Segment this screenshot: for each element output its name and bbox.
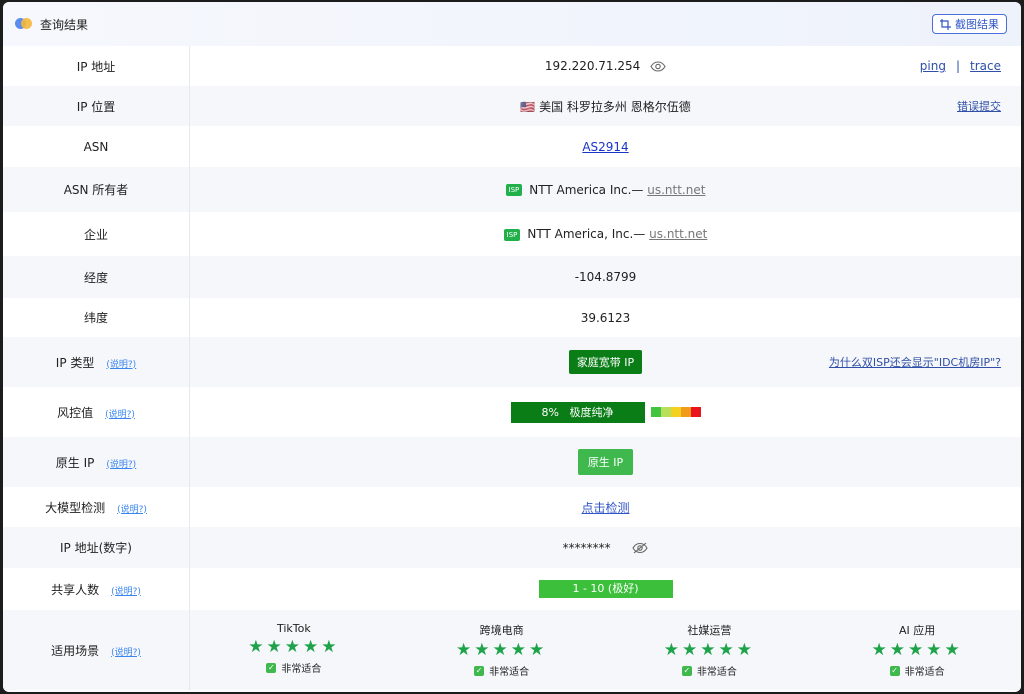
scenario-item: 社媒运营 ★★★★★ ✓ 非常适合 (619, 622, 799, 678)
check-icon: ✓ (681, 665, 692, 676)
help-link[interactable]: (说明?) (106, 460, 136, 470)
label-latitude: 纬度 (3, 298, 190, 337)
eye-off-icon[interactable] (632, 542, 649, 554)
check-icon: ✓ (889, 665, 900, 676)
scenario-list: TikTok ★★★★★ ✓ 非常适合 跨境电商 ★★★★★ ✓ 非常适合 社媒运营… (190, 622, 1021, 678)
star-rating: ★★★★★ (871, 640, 963, 660)
asn-link[interactable]: AS2914 (582, 140, 628, 154)
risk-scale-segment (680, 407, 691, 417)
row-risk-score: 风控值 (说明?) 8% 极度纯净 (3, 387, 1021, 437)
company-domain-link[interactable]: us.ntt.net (649, 227, 707, 241)
label-longitude: 经度 (3, 256, 190, 298)
label-ip-type: IP 类型 (55, 355, 95, 370)
row-ip-location: IP 位置 🇺🇸 美国 科罗拉多州 恩格尔伍德 错误提交 (3, 86, 1021, 126)
star-rating: ★★★★★ (248, 637, 340, 657)
app-logo-icon (15, 18, 32, 30)
row-ip-type: IP 类型 (说明?) 家庭宽带 IP 为什么双ISP还会显示"IDC机房IP"? (3, 337, 1021, 387)
asn-owner-domain-link[interactable]: us.ntt.net (647, 183, 705, 197)
ping-link[interactable]: ping (920, 59, 946, 73)
latitude-value: 39.6123 (580, 310, 631, 325)
row-scenarios: 适用场景 (说明?) TikTok ★★★★★ ✓ 非常适合 跨境电商 ★★★★★ … (3, 610, 1021, 690)
help-link[interactable]: (说明?) (106, 360, 136, 370)
label-company: 企业 (3, 212, 190, 256)
company-name: NTT America, Inc.— (527, 227, 646, 241)
risk-score-bar: 8% 极度纯净 (510, 401, 645, 423)
trace-link[interactable]: trace (970, 59, 1001, 73)
help-link[interactable]: (说明?) (105, 410, 135, 420)
label-ip-numeric: IP 地址(数字) (3, 527, 190, 568)
check-icon: ✓ (266, 662, 277, 673)
panel-header: 查询结果 截图结果 (3, 2, 1021, 46)
panel-title: 查询结果 (40, 17, 89, 32)
row-asn-owner: ASN 所有者 ISP NTT America Inc.— us.ntt.net (3, 167, 1021, 212)
ip-type-badge: 家庭宽带 IP (568, 350, 643, 374)
row-native-ip: 原生 IP (说明?) 原生 IP (3, 437, 1021, 487)
scenario-name: AI 应用 (898, 624, 936, 637)
scenario-name: TikTok (276, 622, 311, 635)
row-llm-detection: 大模型检测 (说明?) 点击检测 (3, 487, 1021, 527)
scenario-verdict: 非常适合 (696, 667, 737, 678)
screenshot-icon (940, 18, 951, 30)
eye-icon[interactable] (650, 61, 666, 72)
star-rating: ★★★★★ (663, 640, 755, 660)
result-table: IP 地址 192.220.71.254 ping | trace IP 位置 🇺🇸… (3, 46, 1021, 690)
why-idc-link[interactable]: 为什么双ISP还会显示"IDC机房IP"? (829, 354, 1001, 370)
asn-owner-name: NTT America Inc.— (529, 182, 644, 197)
row-ip-numeric: IP 地址(数字) ******** (3, 527, 1021, 568)
row-shared-users: 共享人数 (说明?) 1 - 10 (极好) (3, 568, 1021, 610)
ip-address-value: 192.220.71.254 (544, 59, 641, 73)
star-rating: ★★★★★ (456, 640, 548, 660)
label-risk-score: 风控值 (57, 405, 94, 420)
scenario-verdict: 非常适合 (904, 667, 945, 678)
risk-scale-segment (650, 407, 661, 417)
label-asn: ASN (3, 126, 190, 167)
scenario-item: AI 应用 ★★★★★ ✓ 非常适合 (827, 622, 1007, 678)
row-asn: ASN AS2914 (3, 126, 1021, 167)
row-ip-address: IP 地址 192.220.71.254 ping | trace (3, 46, 1021, 86)
scenario-verdict: 非常适合 (281, 664, 322, 675)
help-link[interactable]: (说明?) (117, 505, 147, 515)
label-asn-owner: ASN 所有者 (3, 167, 190, 212)
link-separator: | (955, 59, 961, 73)
row-longitude: 经度 -104.8799 (3, 256, 1021, 298)
help-link[interactable]: (说明?) (111, 587, 141, 597)
scenario-verdict: 非常适合 (489, 667, 530, 678)
scenario-name: 跨境电商 (479, 624, 524, 637)
ip-numeric-value: ******** (562, 540, 611, 555)
label-shared-users: 共享人数 (51, 582, 100, 597)
row-company: 企业 ISP NTT America, Inc.— us.ntt.net (3, 212, 1021, 256)
report-error-link[interactable]: 错误提交 (957, 98, 1001, 114)
label-llm-detection: 大模型检测 (45, 500, 106, 515)
isp-badge: ISP (503, 228, 521, 241)
ip-location-value: 美国 科罗拉多州 恩格尔伍德 (539, 99, 691, 114)
risk-scale (650, 407, 701, 417)
help-link[interactable]: (说明?) (111, 648, 141, 658)
scenario-item: TikTok ★★★★★ ✓ 非常适合 (204, 622, 384, 678)
check-icon: ✓ (474, 665, 485, 676)
risk-percent: 8% (541, 405, 559, 419)
label-ip-location: IP 位置 (3, 86, 190, 126)
risk-scale-segment (690, 407, 701, 417)
click-detect-link[interactable]: 点击检测 (581, 501, 629, 515)
query-result-panel: 查询结果 截图结果 IP 地址 192.220.71.254 ping | trac… (3, 2, 1021, 692)
scenario-item: 跨境电商 ★★★★★ ✓ 非常适合 (412, 622, 592, 678)
shared-users-badge: 1 - 10 (极好) (538, 580, 673, 598)
longitude-value: -104.8799 (189, 256, 1021, 298)
label-native-ip: 原生 IP (55, 455, 95, 470)
scenario-name: 社媒运营 (687, 624, 732, 637)
isp-badge: ISP (505, 184, 523, 196)
label-ip-address: IP 地址 (3, 46, 190, 86)
screenshot-button-label: 截图结果 (955, 18, 999, 31)
row-latitude: 纬度 39.6123 (3, 298, 1021, 337)
risk-scale-segment (670, 407, 681, 417)
label-scenarios: 适用场景 (51, 643, 100, 658)
native-ip-badge: 原生 IP (577, 449, 634, 475)
risk-scale-segment (660, 407, 671, 417)
flag-icon: 🇺🇸 (520, 99, 536, 114)
screenshot-button[interactable]: 截图结果 (932, 14, 1007, 34)
risk-text: 极度纯净 (569, 405, 614, 419)
